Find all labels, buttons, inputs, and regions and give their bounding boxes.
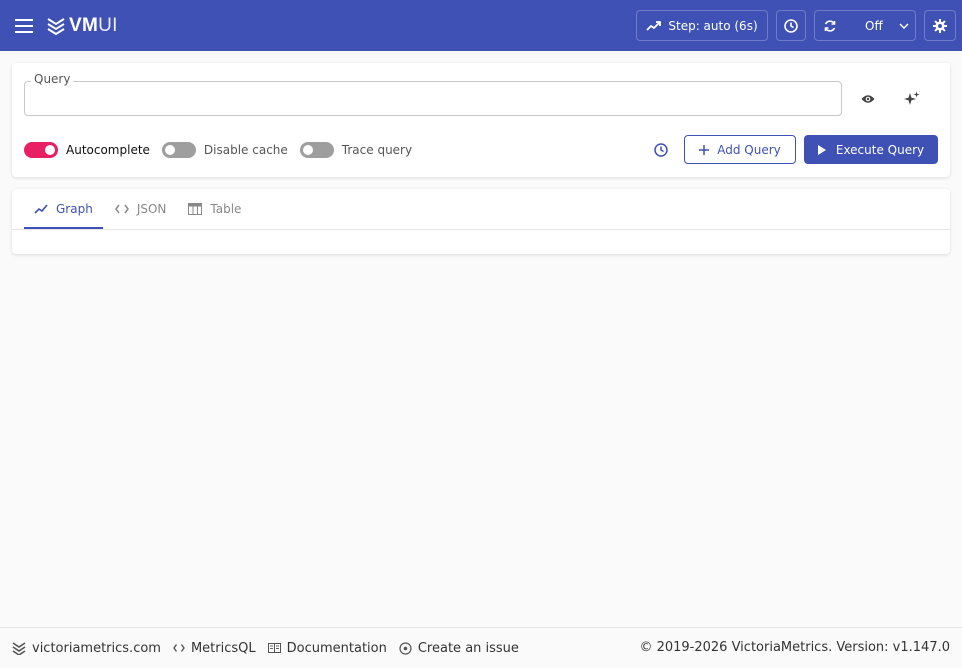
toggle-knob xyxy=(302,145,313,155)
tab-table-label: Table xyxy=(210,202,242,216)
chevron-down-icon xyxy=(899,22,909,29)
issue-icon xyxy=(399,641,412,655)
time-range-button[interactable] xyxy=(776,10,806,41)
play-icon xyxy=(817,144,826,155)
clock-icon xyxy=(784,18,798,33)
tab-table[interactable]: Table xyxy=(178,189,251,229)
footer-docs-label: Documentation xyxy=(286,640,387,656)
victoriametrics-logo-icon xyxy=(47,18,65,35)
query-options: Autocomplete Disable cache Trace query xyxy=(24,141,412,159)
history-clock-icon xyxy=(654,143,668,157)
step-label: Step: auto (6s) xyxy=(668,18,758,33)
tab-divider xyxy=(12,229,950,230)
eye-icon xyxy=(861,95,875,103)
query-label: Query xyxy=(31,72,74,86)
step-button[interactable]: Step: auto (6s) xyxy=(636,10,768,41)
footer-issue-label: Create an issue xyxy=(417,640,519,656)
query-input[interactable] xyxy=(33,88,833,110)
footer-link-metricsql[interactable]: MetricsQL xyxy=(173,641,256,656)
footer-link-documentation[interactable]: Documentation xyxy=(267,640,387,656)
query-panel: Query Autocomplete Disable cache Trace q… xyxy=(12,63,950,177)
sparkle-icon xyxy=(904,91,920,105)
footer: victoriametrics.com MetricsQL Documentat… xyxy=(0,627,962,668)
menu-button[interactable] xyxy=(10,12,38,40)
refresh-label: Off xyxy=(865,18,883,33)
tab-graph[interactable]: Graph xyxy=(24,189,103,229)
footer-copyright: © 2019-2026 VictoriaMetrics. Version: v1… xyxy=(639,640,950,655)
hamburger-icon xyxy=(15,19,33,33)
footer-link-issue[interactable]: Create an issue xyxy=(399,641,519,656)
disable-cache-label: Disable cache xyxy=(203,143,288,157)
trend-line-icon xyxy=(34,204,48,214)
result-tabs: Graph JSON Table xyxy=(24,189,251,229)
logo-text: VMUI xyxy=(69,15,118,36)
code-icon xyxy=(173,644,185,652)
disable-cache-toggle[interactable] xyxy=(161,142,196,158)
query-history-button[interactable] xyxy=(648,137,674,163)
autocomplete-label: Autocomplete xyxy=(66,143,150,157)
top-header: VMUI Step: auto (6s) Off xyxy=(0,0,962,51)
tab-json-label: JSON xyxy=(136,202,167,216)
trend-line-icon xyxy=(646,20,662,31)
victoriametrics-logo-icon xyxy=(12,642,26,655)
code-icon xyxy=(114,204,129,214)
plus-icon xyxy=(699,144,710,155)
toggle-visibility-button[interactable] xyxy=(855,86,881,112)
tab-json[interactable]: JSON xyxy=(105,189,177,229)
settings-button[interactable] xyxy=(924,10,956,41)
gear-icon xyxy=(933,18,947,33)
footer-site-label: victoriametrics.com xyxy=(32,640,161,656)
results-panel: Graph JSON Table xyxy=(12,189,950,254)
table-icon xyxy=(188,203,203,215)
query-field[interactable]: Query xyxy=(24,72,842,116)
execute-query-label: Execute Query xyxy=(835,142,925,157)
tab-graph-label: Graph xyxy=(56,202,93,216)
trace-query-toggle[interactable] xyxy=(299,142,334,158)
add-query-label: Add Query xyxy=(717,142,781,157)
toggle-knob xyxy=(45,145,55,155)
book-icon xyxy=(267,643,281,653)
add-query-button[interactable]: Add Query xyxy=(684,135,796,164)
auto-refresh-button[interactable]: Off xyxy=(814,10,916,41)
trace-query-label: Trace query xyxy=(341,143,413,157)
ai-assistant-button[interactable] xyxy=(899,86,925,112)
footer-metricsql-label: MetricsQL xyxy=(190,640,256,656)
autocomplete-toggle[interactable] xyxy=(24,142,58,158)
refresh-icon xyxy=(824,19,836,32)
footer-link-site[interactable]: victoriametrics.com xyxy=(12,641,161,656)
execute-query-button[interactable]: Execute Query xyxy=(804,135,938,164)
toggle-knob xyxy=(164,145,175,155)
vmui-logo[interactable]: VMUI xyxy=(47,14,118,38)
